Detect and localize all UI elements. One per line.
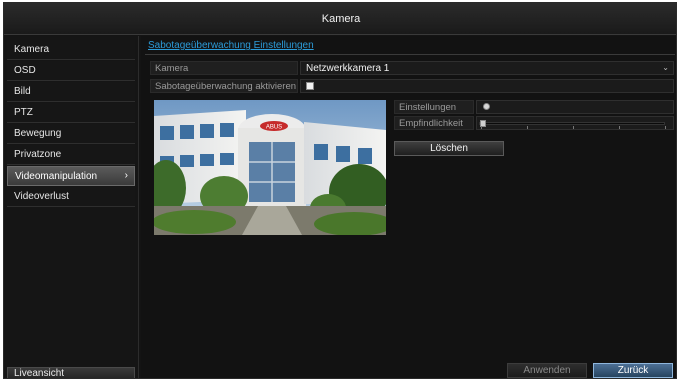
slider-tick xyxy=(481,126,482,129)
settings-row: Einstellungen xyxy=(394,100,674,114)
slider-tick xyxy=(527,126,528,129)
building-photo: ABUS xyxy=(154,100,386,235)
section-title-tab[interactable]: Sabotageüberwachung Einstellungen xyxy=(145,40,675,55)
gear-icon[interactable] xyxy=(483,103,490,110)
sidebar-item-bild[interactable]: Bild xyxy=(7,82,135,102)
sidebar-item-label: Kamera xyxy=(14,44,50,55)
enable-field xyxy=(300,79,674,93)
enable-label: Sabotageüberwachung aktivieren xyxy=(150,79,298,93)
main-panel: Sabotageüberwachung Einstellungen Kamera… xyxy=(141,36,676,378)
slider-tick xyxy=(573,126,574,129)
preview-logo-sign: ABUS xyxy=(266,125,282,131)
sidebar: Kamera OSD Bild PTZ Bewegung Privatzone … xyxy=(4,36,139,379)
sensitivity-row: Empfindlichkeit xyxy=(394,116,674,130)
enable-checkbox[interactable] xyxy=(306,82,314,90)
sensitivity-field xyxy=(476,116,674,130)
delete-button[interactable]: Löschen xyxy=(394,141,504,156)
camera-select-value: Netzwerkkamera 1 xyxy=(306,62,390,74)
apply-button[interactable]: Anwenden xyxy=(507,363,587,378)
sidebar-item-videomanipulation[interactable]: Videomanipulation › xyxy=(7,166,135,186)
window-title-bar: Kamera xyxy=(4,3,676,35)
camera-row: Kamera Netzwerkkamera 1 ⌄ xyxy=(150,61,674,75)
apply-button-label: Anwenden xyxy=(523,365,571,376)
back-button[interactable]: Zurück xyxy=(593,363,673,378)
sidebar-item-kamera[interactable]: Kamera xyxy=(7,40,135,60)
delete-button-label: Löschen xyxy=(430,143,468,154)
chevron-right-icon: › xyxy=(124,170,128,181)
dvr-window: Kamera Kamera OSD Bild PTZ Bewegung Priv… xyxy=(3,2,677,379)
sidebar-item-privatzone[interactable]: Privatzone xyxy=(7,145,135,165)
camera-label: Kamera xyxy=(150,61,298,75)
sidebar-item-osd[interactable]: OSD xyxy=(7,61,135,81)
enable-row: Sabotageüberwachung aktivieren xyxy=(150,79,674,93)
sidebar-item-label: Videoverlust xyxy=(14,191,69,202)
slider-tick xyxy=(619,126,620,129)
sidebar-item-label: Videomanipulation xyxy=(15,170,98,182)
settings-label: Einstellungen xyxy=(394,100,474,114)
sidebar-item-videoverlust[interactable]: Videoverlust xyxy=(7,187,135,207)
sidebar-item-bewegung[interactable]: Bewegung xyxy=(7,124,135,144)
sidebar-item-label: Privatzone xyxy=(14,149,62,160)
live-view-button[interactable]: Liveansicht xyxy=(7,367,135,379)
sidebar-item-label: Bewegung xyxy=(14,128,62,139)
camera-preview[interactable]: ABUS xyxy=(154,100,386,235)
back-button-label: Zurück xyxy=(617,365,649,376)
sensitivity-slider[interactable] xyxy=(479,120,665,127)
chevron-down-icon: ⌄ xyxy=(662,63,669,72)
window-title: Kamera xyxy=(321,12,361,25)
sidebar-item-label: PTZ xyxy=(14,107,33,118)
camera-select[interactable]: Netzwerkkamera 1 ⌄ xyxy=(300,61,674,75)
sidebar-item-label: Bild xyxy=(14,86,31,97)
live-view-label: Liveansicht xyxy=(14,368,65,379)
sidebar-item-label: OSD xyxy=(14,65,36,76)
sidebar-item-ptz[interactable]: PTZ xyxy=(7,103,135,123)
sensitivity-label: Empfindlichkeit xyxy=(394,116,474,130)
settings-field xyxy=(476,100,674,114)
slider-tick xyxy=(665,126,666,129)
